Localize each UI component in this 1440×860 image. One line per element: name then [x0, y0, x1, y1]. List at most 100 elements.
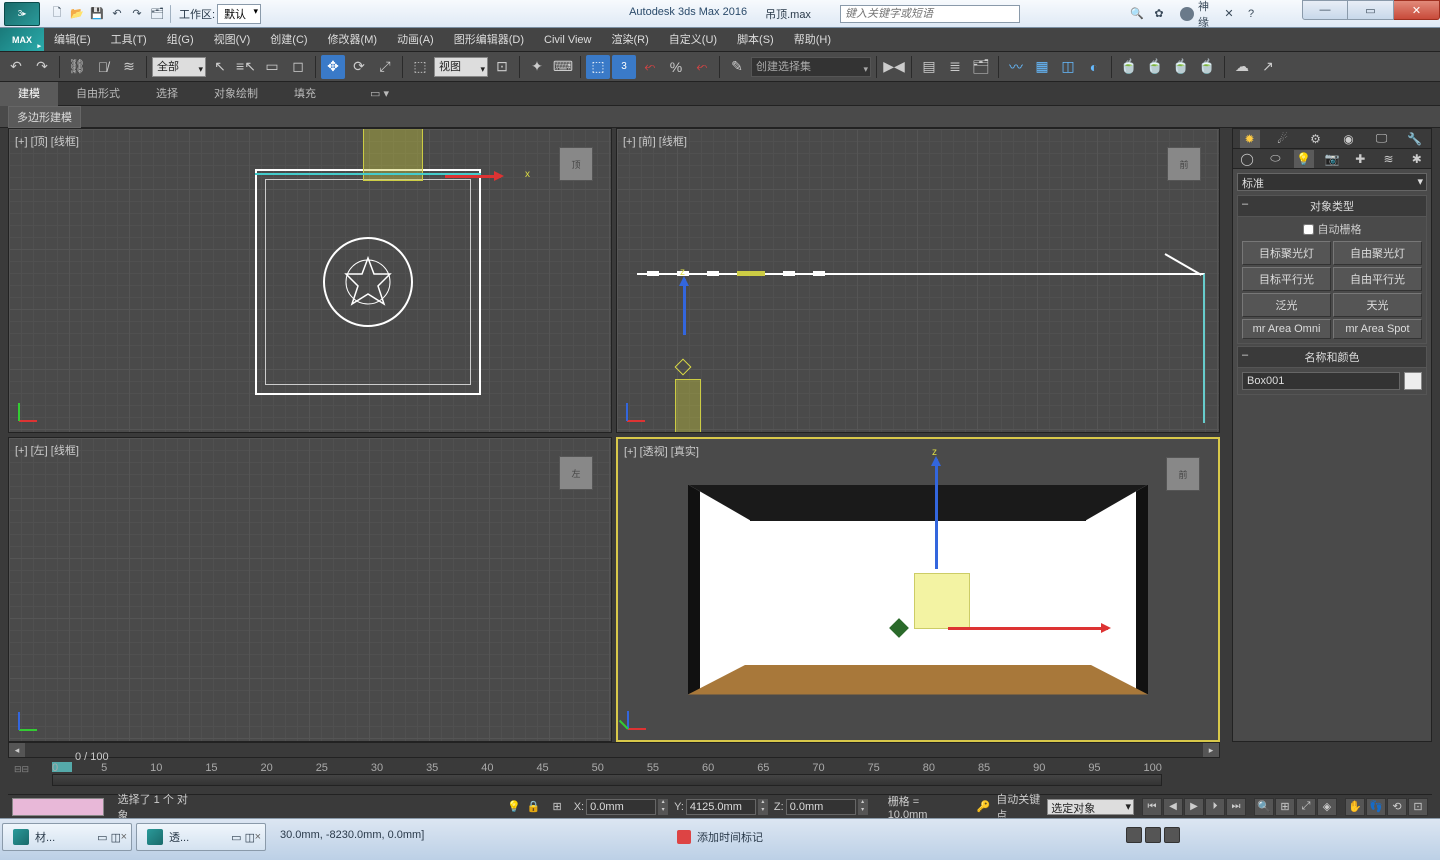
cat-helpers-icon[interactable]: ✚: [1350, 150, 1370, 168]
tab-motion-icon[interactable]: ◉: [1339, 130, 1359, 148]
application-button[interactable]: MAX: [0, 28, 44, 51]
selection-lock-icon[interactable]: 💡: [507, 800, 521, 813]
btn-omni[interactable]: 泛光: [1242, 293, 1331, 317]
selection-filter-dropdown[interactable]: 全部: [152, 57, 206, 77]
render-icon[interactable]: 🍵: [1169, 55, 1193, 79]
infocenter-icon[interactable]: 🔍: [1128, 5, 1146, 23]
tab-hierarchy-icon[interactable]: ⚙: [1306, 130, 1326, 148]
ribbon-tab-modeling[interactable]: 建模: [0, 82, 58, 106]
btn-target-spot[interactable]: 目标聚光灯: [1242, 241, 1331, 265]
rollout-objecttype-header[interactable]: 对象类型: [1237, 195, 1427, 217]
spinner-snap-icon[interactable]: ⬿: [690, 55, 714, 79]
btn-mr-spot[interactable]: mr Area Spot: [1333, 319, 1422, 339]
maximize-button[interactable]: ▭: [1348, 0, 1394, 20]
viewport-front[interactable]: [+] [前] [线框] 前 z: [616, 128, 1220, 433]
zoom-all-icon[interactable]: ⊞: [1275, 798, 1295, 816]
key-mode-icon[interactable]: 🔑: [976, 800, 990, 813]
user-avatar-icon[interactable]: [1180, 7, 1194, 21]
autogrid-checkbox[interactable]: 自动栅格: [1242, 221, 1422, 237]
cat-lights-icon[interactable]: 💡: [1294, 150, 1314, 168]
tab-create-icon[interactable]: ✹: [1240, 130, 1260, 148]
minimize-button[interactable]: —: [1302, 0, 1348, 20]
ribbon-panel-polymodeling[interactable]: 多边形建模: [8, 106, 81, 128]
schematic-icon[interactable]: ◫: [1056, 55, 1080, 79]
curve-editor-icon[interactable]: 〰: [1004, 55, 1028, 79]
max-viewport-icon[interactable]: ⊡: [1408, 798, 1428, 816]
app-logo-icon[interactable]: 3▸: [4, 2, 40, 26]
layer-explorer-icon[interactable]: 🗂: [969, 55, 993, 79]
tray-2-icon[interactable]: [1145, 827, 1161, 843]
timeline-ruler[interactable]: [52, 774, 1162, 786]
manipulate-icon[interactable]: ✦: [525, 55, 549, 79]
ribbon-tab-freeform[interactable]: 自由形式: [58, 82, 138, 106]
time-tag-label[interactable]: 添加时间标记: [697, 829, 763, 845]
btn-mr-omni[interactable]: mr Area Omni: [1242, 319, 1331, 339]
viewport-top[interactable]: [+] [顶] [线框] 顶 x: [8, 128, 612, 433]
connect-icon[interactable]: ✿: [1150, 5, 1168, 23]
workspace-dropdown[interactable]: 默认: [217, 4, 261, 24]
menu-modifiers[interactable]: 修改器(M): [318, 28, 388, 52]
menu-group[interactable]: 组(G): [157, 28, 204, 52]
viewcube-front[interactable]: 前: [1167, 147, 1201, 181]
menu-help[interactable]: 帮助(H): [784, 28, 841, 52]
btn-free-spot[interactable]: 自由聚光灯: [1333, 241, 1422, 265]
btn-target-direct[interactable]: 目标平行光: [1242, 267, 1331, 291]
menu-create[interactable]: 创建(C): [260, 28, 317, 52]
coord-display-icon[interactable]: ⊞: [552, 800, 561, 813]
keyfilter-dropdown[interactable]: 选定对象: [1047, 799, 1134, 815]
open-a360-icon[interactable]: ↗: [1256, 55, 1280, 79]
menu-edit[interactable]: 编辑(E): [44, 28, 101, 52]
scale-icon[interactable]: ⤢: [373, 55, 397, 79]
zoom-extents-icon[interactable]: ⤢: [1296, 798, 1316, 816]
viewport-front-label[interactable]: [+] [前] [线框]: [623, 133, 687, 149]
dope-sheet-icon[interactable]: ▦: [1030, 55, 1054, 79]
viewport-top-label[interactable]: [+] [顶] [线框]: [15, 133, 79, 149]
rollout-namecolor-header[interactable]: 名称和颜色: [1237, 346, 1427, 368]
viewcube-top[interactable]: 顶: [559, 147, 593, 181]
prev-frame-icon[interactable]: ◀: [1163, 798, 1183, 816]
ribbon-tab-selection[interactable]: 选择: [138, 82, 196, 106]
next-frame-icon[interactable]: ⏵: [1205, 798, 1225, 816]
use-pivot-icon[interactable]: ⊡: [490, 55, 514, 79]
qat-undo-icon[interactable]: ↶: [108, 5, 126, 23]
object-color-swatch[interactable]: [1404, 372, 1422, 390]
help-icon[interactable]: ?: [1242, 5, 1260, 23]
viewport-scrollbar[interactable]: ◂ 0 / 100 ▸: [8, 742, 1220, 758]
menu-grapheditors[interactable]: 图形编辑器(D): [444, 28, 534, 52]
viewport-left[interactable]: [+] [左] [线框] 左: [8, 437, 612, 742]
placement-icon[interactable]: ⬚: [408, 55, 432, 79]
zoom-icon[interactable]: 🔍: [1254, 798, 1274, 816]
scroll-right-icon[interactable]: ▸: [1203, 743, 1219, 757]
qat-save-icon[interactable]: 💾: [88, 5, 106, 23]
gizmo-z-persp[interactable]: [935, 459, 938, 569]
viewcube-persp[interactable]: 前: [1166, 457, 1200, 491]
coord-x-spinner[interactable]: ▴▾: [658, 799, 668, 815]
viewcube-left[interactable]: 左: [559, 456, 593, 490]
ribbon-tab-objectpaint[interactable]: 对象绘制: [196, 82, 276, 106]
task-perspective[interactable]: 透... ▭ ◫ ×: [136, 823, 266, 851]
menu-customize[interactable]: 自定义(U): [659, 28, 727, 52]
coord-x-input[interactable]: 0.0mm: [586, 799, 656, 815]
search-input[interactable]: [841, 6, 1019, 22]
cat-geometry-icon[interactable]: ◯: [1237, 150, 1257, 168]
viewport-perspective[interactable]: [+] [透视] [真实] 前 z: [616, 437, 1220, 742]
isolate-icon[interactable]: 🔒: [527, 800, 541, 813]
search-box[interactable]: [840, 5, 1020, 23]
cat-spacewarps-icon[interactable]: ≋: [1379, 150, 1399, 168]
edit-named-sel-icon[interactable]: ✎: [725, 55, 749, 79]
gizmo-origin[interactable]: [675, 359, 692, 376]
cat-systems-icon[interactable]: ✱: [1407, 150, 1427, 168]
goto-end-icon[interactable]: ⏭: [1226, 798, 1246, 816]
rotate-icon[interactable]: ⟳: [347, 55, 371, 79]
menu-tools[interactable]: 工具(T): [101, 28, 157, 52]
subcategory-dropdown[interactable]: 标准: [1237, 173, 1427, 191]
angle-snap-icon[interactable]: ⬿: [638, 55, 662, 79]
coord-y-spinner[interactable]: ▴▾: [758, 799, 768, 815]
task-material[interactable]: 材... ▭ ◫ ×: [2, 823, 132, 851]
select-rect-icon[interactable]: ▭: [260, 55, 284, 79]
cat-cameras-icon[interactable]: 📷: [1322, 150, 1342, 168]
gizmo-x-persp[interactable]: [948, 627, 1108, 630]
tray-3-icon[interactable]: [1164, 827, 1180, 843]
tab-modify-icon[interactable]: ☄: [1273, 130, 1293, 148]
coord-z-spinner[interactable]: ▴▾: [858, 799, 868, 815]
